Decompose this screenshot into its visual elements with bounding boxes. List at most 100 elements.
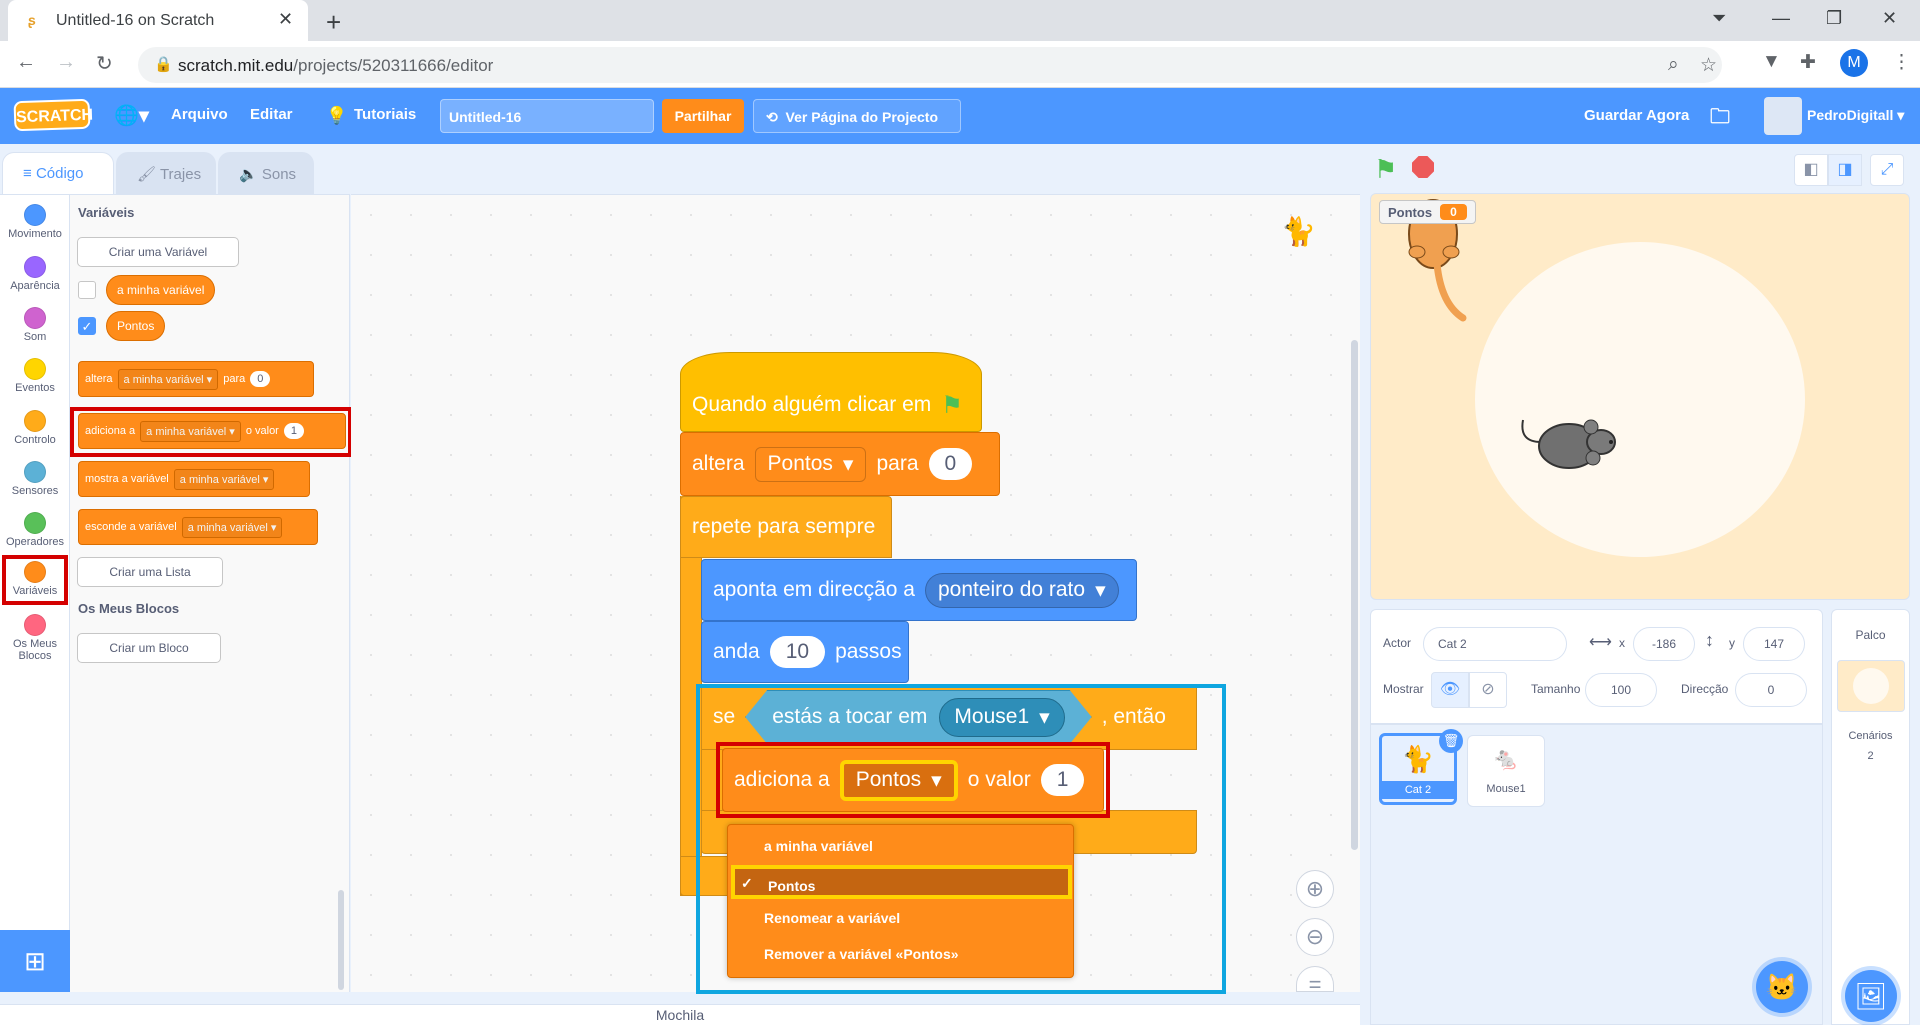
- category-control[interactable]: Controlo: [0, 405, 70, 457]
- palette-change-variable-block[interactable]: adiciona aa minha variável ▾ o valor 1: [78, 413, 346, 449]
- profile-avatar[interactable]: M: [1840, 49, 1868, 77]
- url-bar[interactable]: 🔒 scratch.mit.edu/projects/520311666/edi…: [138, 47, 1722, 83]
- user-avatar[interactable]: [1764, 97, 1802, 135]
- tab-code[interactable]: ≡ Código: [2, 152, 114, 194]
- forever-block[interactable]: repete para sempre: [680, 496, 892, 558]
- add-extension-button[interactable]: ⊞: [0, 930, 70, 992]
- browser-tab[interactable]: ʂ Untitled-16 on Scratch ✕: [8, 0, 308, 41]
- set-var-dropdown[interactable]: a minha variável ▾: [117, 368, 219, 390]
- sprite-thumb-mouse[interactable]: 🐁 Mouse1: [1467, 735, 1545, 807]
- set-variable-dropdown[interactable]: Pontos ▾: [754, 446, 867, 482]
- zoom-icon[interactable]: ⌕: [1668, 54, 1679, 76]
- var-points-checkbox[interactable]: ✓: [78, 317, 96, 335]
- tab-sounds[interactable]: 🔈 Sons: [218, 152, 314, 194]
- y-input[interactable]: 147: [1743, 627, 1805, 661]
- language-globe-icon[interactable]: 🌐▾: [114, 103, 149, 128]
- save-now-button[interactable]: Guardar Agora: [1584, 107, 1689, 124]
- show-visible-eye-icon[interactable]: 👁: [1431, 672, 1469, 708]
- reload-icon[interactable]: ↻: [96, 51, 113, 76]
- tab-title: Untitled-16 on Scratch: [56, 12, 215, 29]
- backpack-bar[interactable]: Mochila: [0, 1004, 1360, 1025]
- var-my-reporter[interactable]: a minha variável: [106, 275, 216, 305]
- direction-input[interactable]: 0: [1735, 673, 1807, 707]
- menu-file[interactable]: Arquivo: [171, 106, 228, 123]
- maximize-icon[interactable]: ❐: [1826, 8, 1842, 29]
- point-towards-block[interactable]: aponta em direcção a ponteiro do rato ▾: [701, 559, 1137, 621]
- category-operators[interactable]: Operadores: [0, 507, 70, 559]
- move-steps-block[interactable]: anda 10 passos: [701, 621, 909, 683]
- my-stuff-folder-icon[interactable]: 🗀: [1710, 102, 1730, 136]
- puzzle-extensions-icon[interactable]: ✚: [1800, 51, 1816, 74]
- tab-search-icon[interactable]: ⏷: [1712, 8, 1726, 29]
- backdrop-thumbnail[interactable]: [1836, 660, 1905, 712]
- choose-sprite-cat-icon[interactable]: 🐱: [1756, 961, 1808, 1013]
- mouse-sprite[interactable]: [1511, 412, 1631, 482]
- menu-tutorials[interactable]: Tutoriais: [354, 106, 416, 123]
- make-list-button[interactable]: Criar uma Lista: [77, 557, 223, 587]
- point-target-dropdown[interactable]: ponteiro do rato ▾: [924, 572, 1119, 608]
- see-project-page-button[interactable]: ⟲ Ver Página do Projecto: [753, 99, 961, 133]
- x-input[interactable]: -186: [1633, 627, 1695, 661]
- username-menu[interactable]: PedroDigitall ▾: [1807, 107, 1904, 124]
- palette-scrollbar[interactable]: [338, 890, 344, 990]
- dropdown-item-points[interactable]: ✓ Pontos: [731, 865, 1072, 899]
- green-flag-run-icon[interactable]: ⚑: [1374, 154, 1397, 185]
- set-variable-block[interactable]: altera Pontos ▾ para 0: [680, 432, 1000, 496]
- fullscreen-icon[interactable]: ⤢: [1870, 154, 1904, 186]
- close-tab-icon[interactable]: ✕: [278, 9, 293, 30]
- choose-backdrop-icon[interactable]: 🖼: [1845, 970, 1897, 1022]
- stage-selector[interactable]: Palco Cenários 2 🖼: [1831, 609, 1910, 1025]
- stage-canvas[interactable]: Pontos 0: [1370, 193, 1910, 600]
- palette-show-variable-block[interactable]: mostra a variável a minha variável ▾: [78, 461, 310, 497]
- palette-hide-variable-block[interactable]: esconde a variável a minha variável ▾: [78, 509, 318, 545]
- extension-icon[interactable]: ▼: [1762, 51, 1781, 73]
- workspace-scrollbar[interactable]: [1351, 340, 1358, 850]
- category-variables[interactable]: Variáveis: [2, 555, 68, 605]
- make-block-button[interactable]: Criar um Bloco: [77, 633, 221, 663]
- var-my-checkbox[interactable]: [78, 281, 96, 299]
- when-flag-clicked-block[interactable]: Quando alguém clicar em ⚑: [680, 352, 982, 432]
- project-title-input[interactable]: Untitled-16: [440, 99, 654, 133]
- hide-eye-slash-icon[interactable]: ⊘: [1469, 672, 1507, 708]
- palette-set-variable-block[interactable]: altera a minha variável ▾ para 0: [78, 361, 314, 397]
- new-tab-icon[interactable]: +: [326, 7, 341, 38]
- forward-icon[interactable]: →: [56, 51, 76, 74]
- make-variable-button[interactable]: Criar uma Variável: [77, 237, 239, 267]
- delete-sprite-trash-icon[interactable]: 🗑: [1439, 729, 1463, 753]
- bookmark-star-icon[interactable]: ☆: [1700, 54, 1717, 77]
- change-value-input[interactable]: 1: [283, 423, 304, 439]
- variable-monitor[interactable]: Pontos 0: [1379, 200, 1476, 224]
- menu-edit[interactable]: Editar: [250, 106, 293, 123]
- close-window-icon[interactable]: ✕: [1882, 8, 1897, 29]
- var-points-reporter[interactable]: Pontos: [106, 311, 166, 341]
- category-my-blocks[interactable]: Os Meus Blocos: [0, 609, 70, 662]
- address-toolbar: ← → ↻ 🔒 scratch.mit.edu/projects/5203116…: [0, 41, 1920, 88]
- category-sound[interactable]: Som: [0, 302, 70, 354]
- category-looks[interactable]: Aparência: [0, 251, 70, 303]
- minimize-icon[interactable]: —: [1772, 8, 1790, 29]
- size-input[interactable]: 100: [1585, 673, 1657, 707]
- tab-costumes[interactable]: 🖌 Trajes: [116, 152, 216, 194]
- dropdown-item-delete[interactable]: Remover a variável «Pontos»: [728, 937, 1075, 971]
- sprite-name-input[interactable]: Cat 2: [1423, 627, 1567, 661]
- move-steps-field[interactable]: 10: [769, 636, 826, 668]
- share-button[interactable]: Partilhar: [662, 99, 744, 133]
- small-stage-icon[interactable]: ◧: [1794, 154, 1828, 186]
- dropdown-item-rename[interactable]: Renomear a variável: [728, 901, 1075, 935]
- category-sensing[interactable]: Sensores: [0, 456, 70, 508]
- more-menu-icon[interactable]: ⋮: [1892, 51, 1911, 74]
- hide-var-dropdown[interactable]: a minha variável ▾: [181, 516, 283, 538]
- stop-icon[interactable]: [1412, 156, 1434, 178]
- category-events[interactable]: Eventos: [0, 353, 70, 405]
- set-value-input[interactable]: 0: [250, 371, 271, 387]
- show-var-dropdown[interactable]: a minha variável ▾: [173, 468, 275, 490]
- scratch-logo[interactable]: SCRATCH: [13, 98, 93, 132]
- zoom-in-icon[interactable]: ⊕: [1296, 870, 1334, 908]
- zoom-out-icon[interactable]: ⊖: [1296, 918, 1334, 956]
- change-var-dropdown[interactable]: a minha variável ▾: [140, 420, 241, 442]
- category-motion[interactable]: Movimento: [0, 199, 70, 251]
- normal-stage-icon[interactable]: ◨: [1828, 154, 1862, 186]
- back-icon[interactable]: ←: [16, 51, 36, 74]
- dropdown-item-my-variable[interactable]: a minha variável: [728, 829, 1075, 863]
- set-value-field[interactable]: 0: [928, 448, 973, 480]
